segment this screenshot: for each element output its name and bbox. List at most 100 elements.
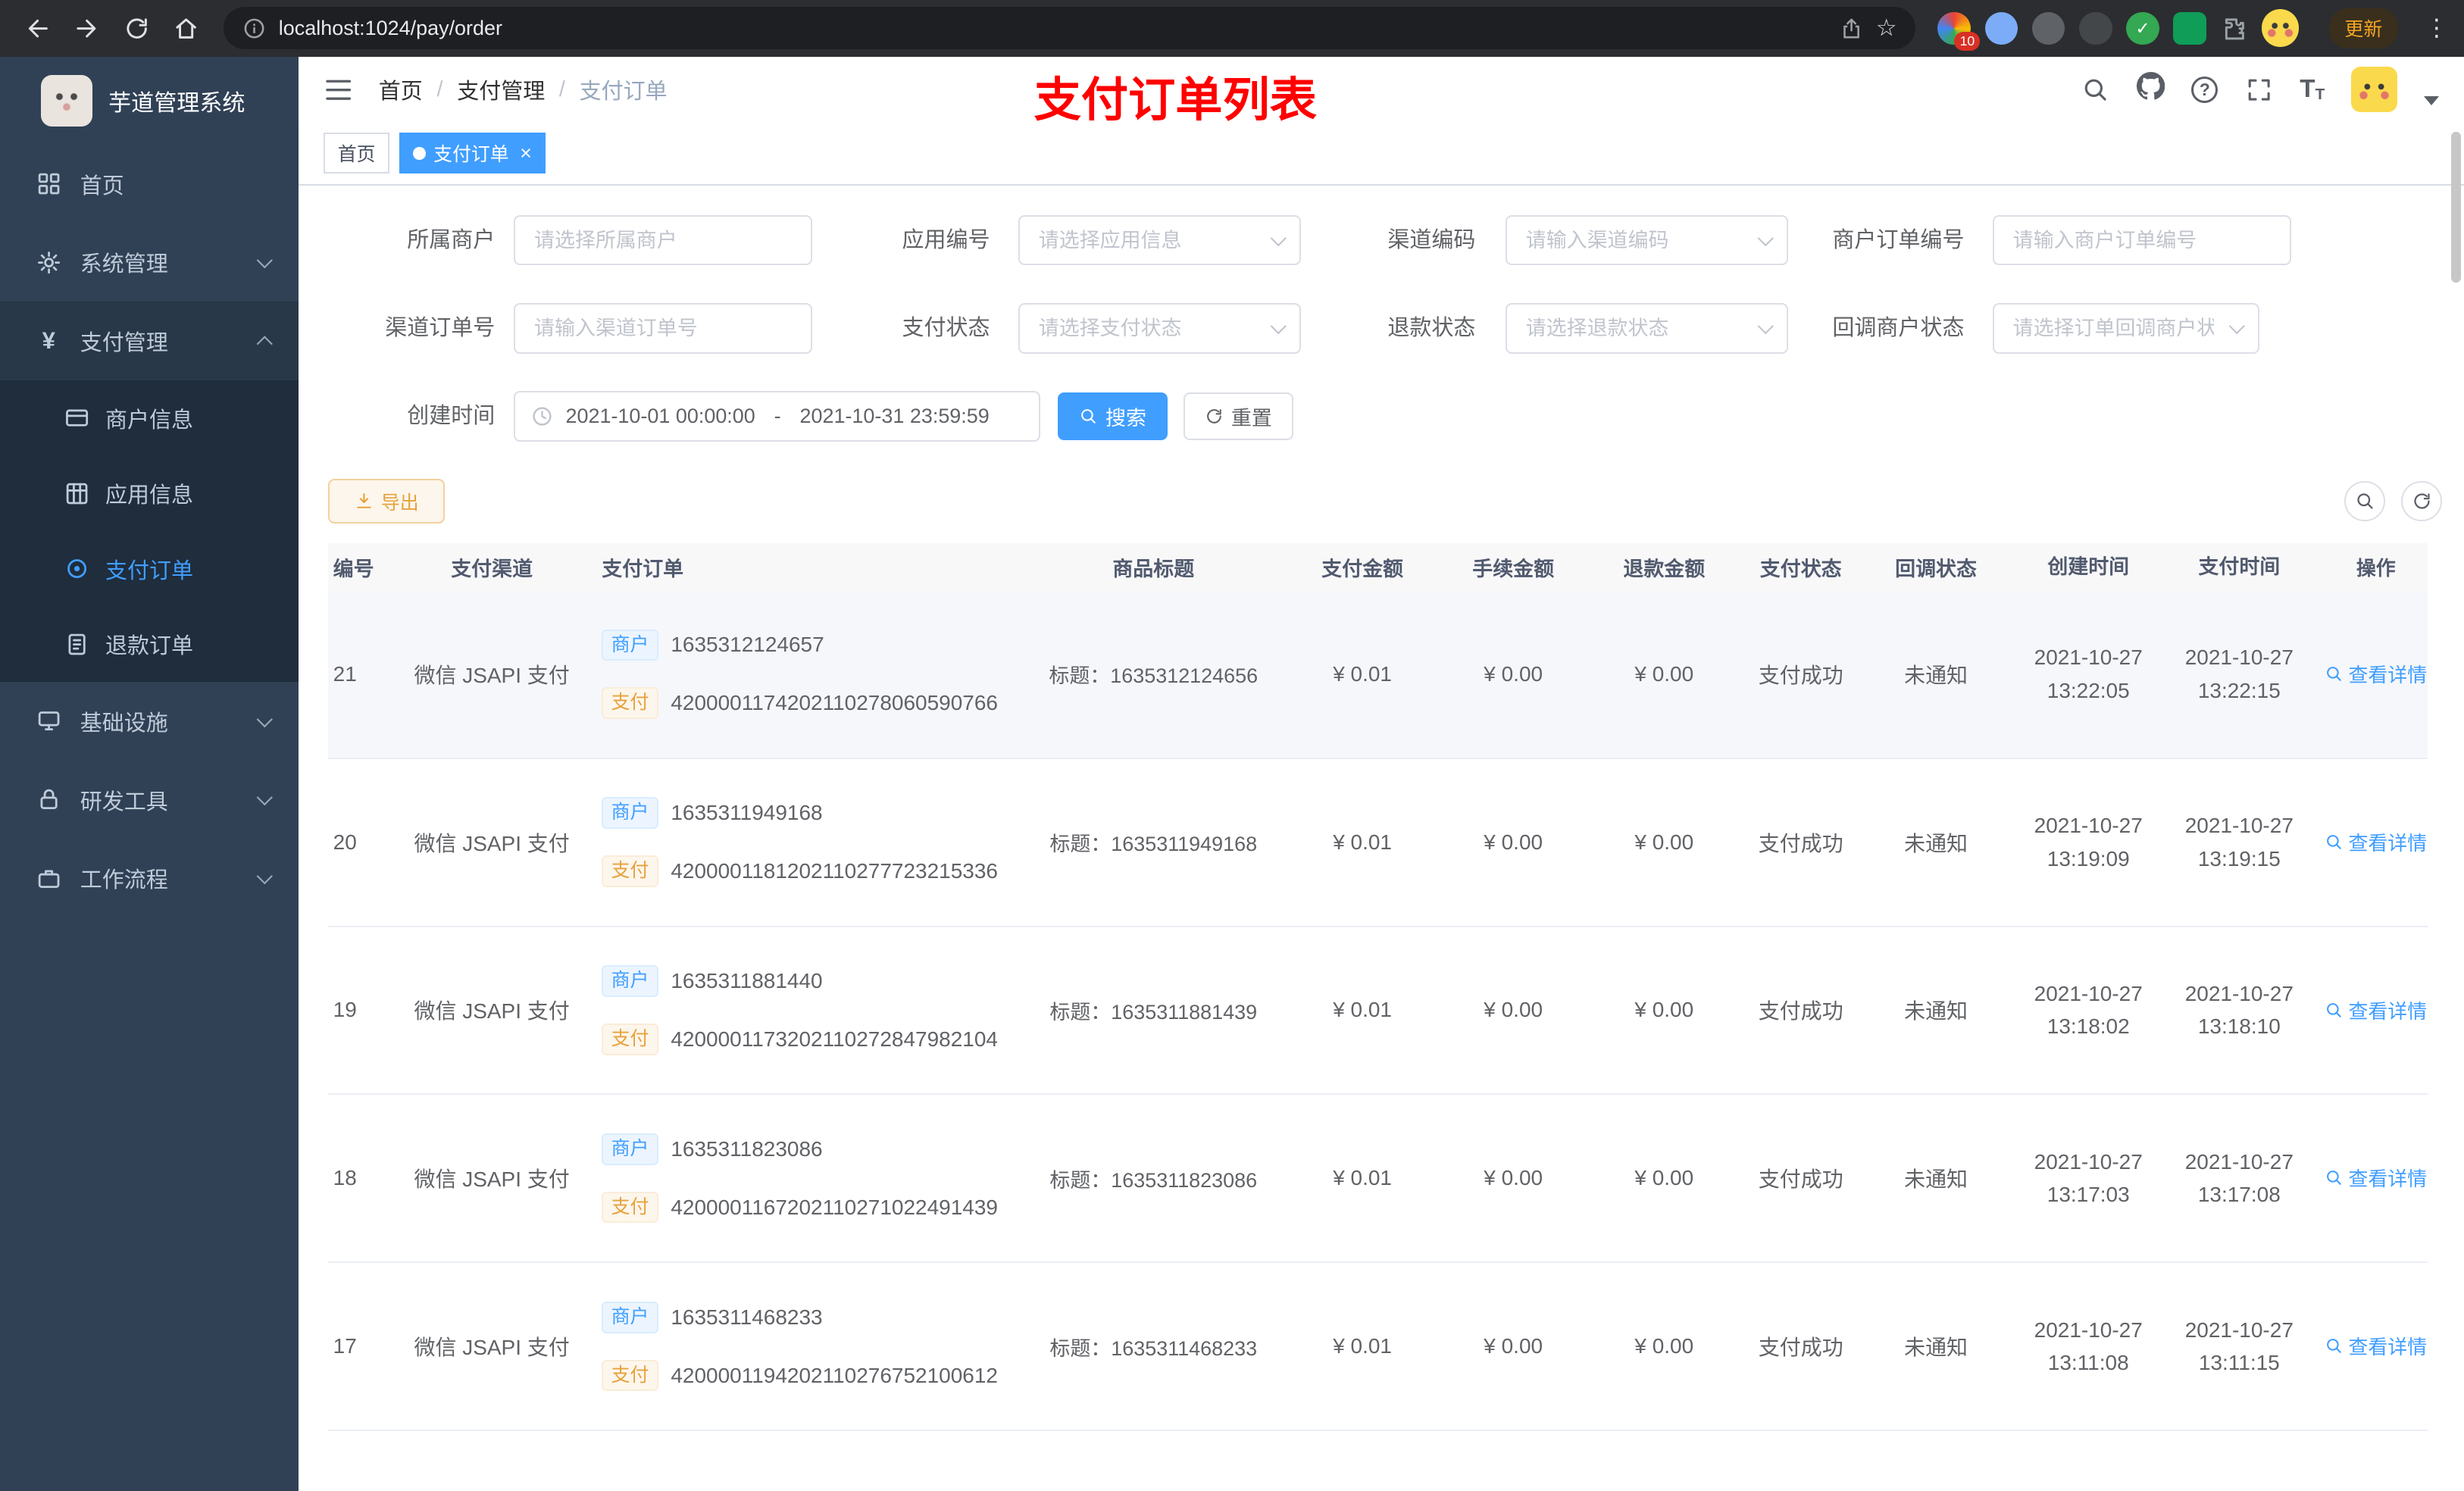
- tag-pay-order[interactable]: 支付订单 ×: [399, 133, 546, 174]
- lock-icon: [40, 789, 58, 810]
- reset-button[interactable]: 重置: [1183, 392, 1293, 440]
- download-icon: [356, 493, 371, 508]
- view-detail-link[interactable]: 查看详情: [2325, 828, 2427, 856]
- table-header: 编号 支付渠道 支付订单 商品标题 支付金额 手续金额 退款金额 支付状态 回调…: [328, 543, 2428, 591]
- callback-status-select[interactable]: [1992, 303, 2260, 354]
- extensions-puzzle-icon[interactable]: [2221, 15, 2247, 42]
- navbar-actions: ? T T: [2081, 67, 2439, 113]
- merchant-select[interactable]: [514, 215, 813, 266]
- export-button[interactable]: 导出: [328, 479, 445, 524]
- extension-icon[interactable]: [2079, 11, 2112, 45]
- search-icon: [2327, 666, 2342, 681]
- filter-label: 渠道订单号: [385, 316, 496, 341]
- forward-icon[interactable]: [65, 6, 108, 50]
- pay-tag: 支付: [602, 855, 658, 887]
- breadcrumb-current: 支付订单: [579, 80, 668, 105]
- merchant-tag: 商户: [602, 965, 658, 997]
- tag-home[interactable]: 首页: [324, 133, 390, 174]
- filter-label: 所属商户: [407, 228, 496, 253]
- browser-profile-avatar[interactable]: [2261, 9, 2300, 48]
- fullscreen-icon[interactable]: [2245, 76, 2273, 104]
- help-icon[interactable]: ?: [2191, 76, 2219, 103]
- refresh-icon: [1206, 409, 1221, 424]
- view-detail-link[interactable]: 查看详情: [2325, 660, 2427, 688]
- toggle-search-button[interactable]: [2344, 480, 2386, 522]
- breadcrumb-payment[interactable]: 支付管理: [457, 73, 545, 105]
- merchant-tag: 商户: [602, 629, 658, 661]
- sidebar-item-payment[interactable]: ¥ 支付管理: [0, 302, 299, 380]
- pay-tag: 支付: [602, 1359, 658, 1392]
- chevron-down-icon: [257, 867, 273, 884]
- chevron-up-icon: [257, 336, 273, 352]
- navbar: 首页 / 支付管理 / 支付订单 支付订单列表 ? T T: [299, 56, 2464, 127]
- filter-row-2: 渠道订单号 支付状态 退款状态 回调商户状态: [328, 303, 2428, 354]
- channel-order-no-input[interactable]: [514, 303, 813, 354]
- sidebar-item-system[interactable]: 系统管理: [0, 223, 299, 302]
- close-icon[interactable]: ×: [520, 142, 532, 164]
- view-detail-link[interactable]: 查看详情: [2325, 996, 2427, 1024]
- view-detail-link[interactable]: 查看详情: [2325, 1164, 2427, 1192]
- extension-icon[interactable]: [2031, 11, 2065, 45]
- extension-icon[interactable]: ✓: [2126, 11, 2159, 45]
- url-bar[interactable]: localhost:1024/pay/order ☆: [224, 7, 1916, 50]
- filter-label: 支付状态: [902, 316, 990, 341]
- tags-view: 首页 支付订单 ×: [299, 122, 2464, 186]
- sidebar-item-merchant-info[interactable]: 商户信息: [0, 380, 299, 456]
- reload-icon[interactable]: [115, 6, 158, 50]
- font-size-icon[interactable]: T T: [2300, 75, 2325, 104]
- filter-label: 回调商户状态: [1832, 316, 1965, 341]
- sidebar-item-devtools[interactable]: 研发工具: [0, 761, 299, 839]
- scrollbar-thumb[interactable]: [2451, 132, 2461, 283]
- chrome-update-chip[interactable]: 更新: [2328, 8, 2398, 48]
- page-content: 所属商户 应用编号 渠道编码 商户订单编号 渠道订单号 支付状态: [299, 185, 2464, 1491]
- table-row: 商户1635311151796: [328, 1431, 2428, 1491]
- page-annotation-title: 支付订单列表: [1033, 73, 1317, 127]
- sidebar-item-infra[interactable]: 基础设施: [0, 682, 299, 761]
- breadcrumb-home[interactable]: 首页: [379, 73, 423, 105]
- merchant-tag: 商户: [602, 1302, 658, 1333]
- site-info-icon[interactable]: [242, 17, 266, 40]
- sidebar: 芋道管理系统 首页 系统管理 ¥ 支付管理 商户信息 应用信息 支付订单 退款订…: [0, 56, 299, 1491]
- filter-label: 应用编号: [902, 228, 990, 253]
- merchant-order-no-input[interactable]: [1992, 215, 2291, 266]
- sidebar-item-app-info[interactable]: 应用信息: [0, 455, 299, 531]
- table-toolbar: 导出: [328, 479, 2442, 524]
- share-icon[interactable]: [1840, 17, 1863, 40]
- table-row: 17 微信 JSAPI 支付 商户 1635311468233 支付 4200001…: [328, 1263, 2428, 1432]
- document-icon: [68, 633, 86, 655]
- extension-icon[interactable]: 10: [1937, 11, 1981, 52]
- card-icon: [66, 409, 89, 427]
- filter-row-3: 创建时间 2021-10-01 00:00:00 - 2021-10-31 23…: [328, 391, 2428, 442]
- sidebar-item-home[interactable]: 首页: [0, 145, 299, 223]
- search-button[interactable]: 搜索: [1057, 392, 1168, 440]
- orders-table: 编号 支付渠道 支付订单 商品标题 支付金额 手续金额 退款金额 支付状态 回调…: [328, 543, 2428, 1491]
- back-icon[interactable]: [16, 6, 59, 50]
- app-select[interactable]: [1018, 215, 1302, 266]
- url-text: localhost:1024/pay/order: [278, 16, 502, 39]
- create-time-range-input[interactable]: 2021-10-01 00:00:00 - 2021-10-31 23:59:5…: [514, 391, 1040, 442]
- bookmark-star-icon[interactable]: ☆: [1876, 14, 1897, 42]
- github-icon[interactable]: [2136, 72, 2165, 107]
- sidebar-item-workflow[interactable]: 工作流程: [0, 839, 299, 917]
- avatar-caret-icon[interactable]: [2423, 95, 2439, 105]
- chevron-down-icon: [257, 789, 273, 805]
- collapse-sidebar-icon[interactable]: [324, 75, 353, 105]
- pay-status-select[interactable]: [1018, 303, 1302, 354]
- browser-menu-icon[interactable]: ⋮: [2425, 14, 2448, 42]
- view-detail-link[interactable]: 查看详情: [2325, 1332, 2427, 1360]
- chevron-down-icon: [257, 252, 273, 268]
- table-row: 18 微信 JSAPI 支付 商户 1635311823086 支付 4200001…: [328, 1095, 2428, 1264]
- table-row: 19 微信 JSAPI 支付 商户 1635311881440 支付 4200001…: [328, 927, 2428, 1096]
- filter-label: 创建时间: [407, 404, 496, 429]
- home-icon[interactable]: [164, 6, 208, 50]
- search-icon[interactable]: [2081, 76, 2109, 104]
- extension-icon[interactable]: [2173, 11, 2207, 45]
- refresh-table-button[interactable]: [2401, 480, 2442, 522]
- extension-icon[interactable]: [1984, 11, 2018, 45]
- sidebar-item-pay-order[interactable]: 支付订单: [0, 530, 299, 607]
- user-avatar[interactable]: [2351, 67, 2397, 113]
- filter-label: 退款状态: [1387, 316, 1476, 341]
- merchant-tag: 商户: [602, 1133, 658, 1165]
- sidebar-item-refund-order[interactable]: 退款订单: [0, 606, 299, 683]
- search-icon: [2327, 1002, 2342, 1017]
